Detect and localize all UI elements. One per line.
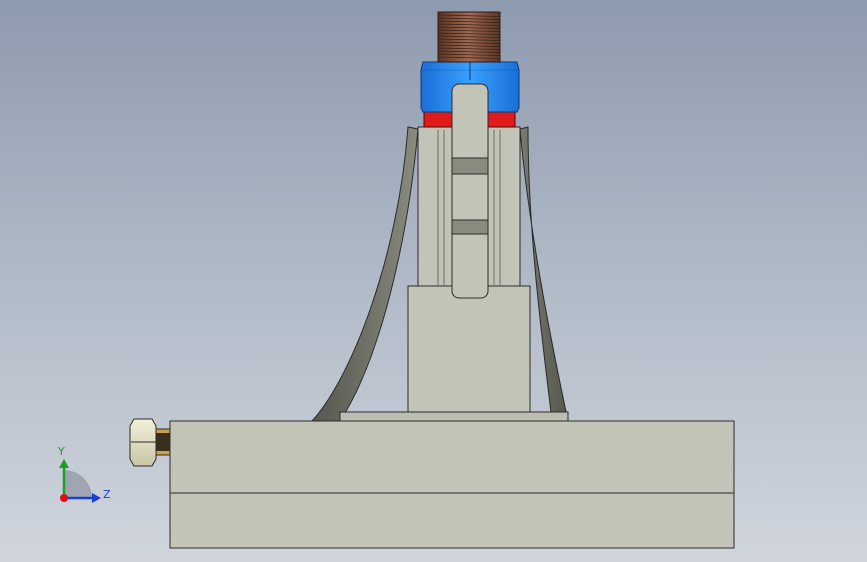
shaft-body [451, 83, 489, 299]
shaft-collar-1 [451, 157, 489, 175]
washer-right [486, 110, 516, 128]
fitting-stem-core [155, 433, 170, 451]
threaded-stud[interactable] [437, 11, 501, 63]
y-axis-arrow [59, 459, 69, 468]
column-flare-left [310, 126, 419, 422]
support-column[interactable] [310, 126, 569, 422]
part-model[interactable]: Y Z [0, 0, 867, 562]
column-neck [339, 411, 569, 422]
column-block [407, 285, 531, 419]
washer-left [423, 110, 453, 128]
base-plate-bottom [169, 492, 735, 549]
base-plate-top [169, 420, 735, 494]
base-plate[interactable] [169, 420, 735, 549]
z-axis-label: Z [103, 488, 111, 501]
cad-viewport[interactable]: Y Z [0, 0, 867, 562]
triad-quadrant [64, 470, 92, 498]
coordinate-axes-icon: Y Z [57, 445, 111, 503]
y-axis-label: Y [57, 445, 65, 458]
shaft-collar-2 [451, 219, 489, 235]
center-shaft[interactable] [451, 83, 489, 299]
x-axis-dot [60, 494, 68, 502]
side-fitting[interactable] [129, 418, 171, 467]
z-axis-arrow [92, 493, 101, 503]
